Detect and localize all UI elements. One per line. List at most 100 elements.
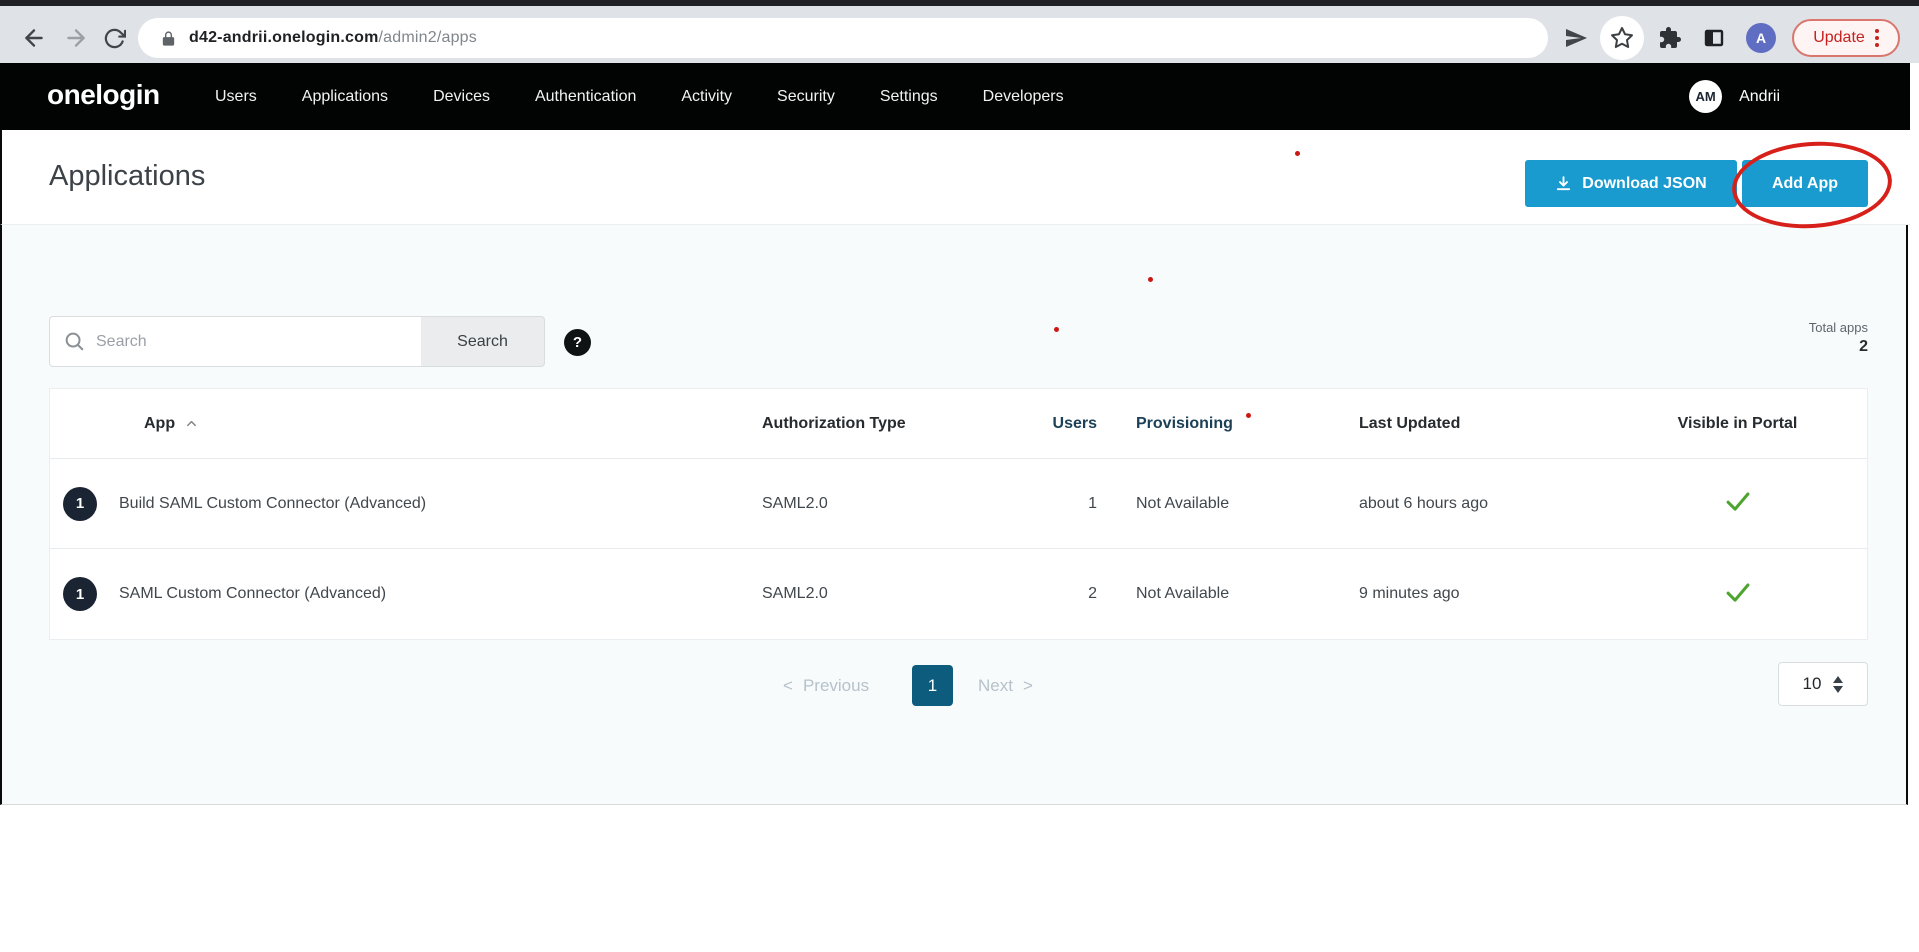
table-header-row: App Authorization Type Users Provisionin… bbox=[50, 389, 1867, 459]
app-name-link[interactable]: SAML Custom Connector (Advanced) bbox=[119, 585, 386, 603]
url-text: d42-andrii.onelogin.com/admin2/apps bbox=[189, 29, 477, 47]
side-panel-button[interactable] bbox=[1698, 22, 1730, 54]
next-label: Next bbox=[978, 676, 1013, 696]
column-header-provisioning[interactable]: Provisioning bbox=[1105, 415, 1340, 433]
url-bar[interactable]: d42-andrii.onelogin.com/admin2/apps bbox=[138, 18, 1548, 58]
nav-item-applications[interactable]: Applications bbox=[302, 88, 388, 106]
add-app-label: Add App bbox=[1772, 175, 1838, 193]
column-header-app[interactable]: App bbox=[50, 415, 710, 433]
avatar-letter: A bbox=[1756, 30, 1766, 46]
url-host: d42-andrii.onelogin.com bbox=[189, 29, 379, 46]
chevron-left-icon: < bbox=[783, 676, 793, 696]
annotation-red-dot bbox=[1148, 277, 1153, 282]
annotation-red-dot bbox=[1295, 151, 1300, 156]
total-apps-value: 2 bbox=[1668, 338, 1868, 356]
add-app-button[interactable]: Add App bbox=[1742, 160, 1868, 207]
nav-item-activity[interactable]: Activity bbox=[681, 88, 732, 106]
puzzle-icon bbox=[1658, 26, 1682, 50]
onelogin-navbar: onelogin Users Applications Devices Authent… bbox=[0, 63, 1910, 130]
user-menu[interactable]: AM Andrii bbox=[1689, 63, 1780, 130]
provisioning-cell: Not Available bbox=[1105, 495, 1340, 513]
badge-number: 1 bbox=[76, 495, 84, 512]
refresh-icon bbox=[103, 27, 126, 50]
screenshot-root: d42-andrii.onelogin.com/admin2/apps A Up… bbox=[0, 0, 1919, 952]
authorization-type-cell: SAML2.0 bbox=[710, 585, 1010, 603]
page-size-value: 10 bbox=[1803, 674, 1822, 694]
chevron-right-icon: > bbox=[1023, 676, 1033, 696]
search-button[interactable]: Search bbox=[421, 316, 545, 367]
forward-arrow-icon bbox=[63, 25, 89, 51]
browser-menu-icon[interactable] bbox=[1875, 29, 1879, 47]
back-button[interactable] bbox=[18, 22, 50, 54]
nav-item-devices[interactable]: Devices bbox=[433, 88, 490, 106]
pagination-page-1[interactable]: 1 bbox=[912, 665, 953, 706]
nav-item-authentication[interactable]: Authentication bbox=[535, 88, 636, 106]
app-cell: 1 SAML Custom Connector (Advanced) bbox=[50, 577, 710, 611]
lock-icon bbox=[160, 30, 177, 47]
side-panel-icon bbox=[1702, 26, 1726, 50]
bookmark-button[interactable] bbox=[1600, 16, 1644, 60]
spinner-arrows-icon bbox=[1833, 676, 1843, 693]
annotation-red-dot bbox=[1054, 327, 1059, 332]
browser-update-button[interactable]: Update bbox=[1792, 19, 1900, 57]
help-icon[interactable]: ? bbox=[564, 329, 591, 356]
app-cell: 1 Build SAML Custom Connector (Advanced) bbox=[50, 487, 710, 521]
visible-in-portal-cell bbox=[1610, 578, 1865, 611]
send-to-device-button[interactable] bbox=[1560, 22, 1592, 54]
column-header-last-updated[interactable]: Last Updated bbox=[1340, 415, 1610, 433]
last-updated-cell: 9 minutes ago bbox=[1340, 585, 1610, 603]
search-icon bbox=[63, 330, 85, 352]
users-count-cell: 2 bbox=[1010, 585, 1105, 603]
browser-profile-avatar[interactable]: A bbox=[1746, 23, 1776, 53]
help-glyph: ? bbox=[573, 334, 582, 351]
download-json-label: Download JSON bbox=[1582, 175, 1706, 193]
main-nav: Users Applications Devices Authentication Ac… bbox=[215, 63, 1064, 130]
onelogin-logo[interactable]: onelogin bbox=[47, 79, 160, 111]
user-name: Andrii bbox=[1739, 88, 1780, 106]
current-page-number: 1 bbox=[928, 676, 937, 696]
table-row[interactable]: 1 Build SAML Custom Connector (Advanced)… bbox=[50, 459, 1867, 549]
total-apps: Total apps 2 bbox=[1668, 320, 1868, 356]
user-initials: AM bbox=[1695, 89, 1715, 104]
users-count-cell: 1 bbox=[1010, 495, 1105, 513]
app-count-badge: 1 bbox=[63, 577, 97, 611]
star-icon bbox=[1610, 26, 1634, 50]
page-size-selector[interactable]: 10 bbox=[1778, 662, 1868, 706]
check-icon bbox=[1724, 578, 1752, 606]
app-count-badge: 1 bbox=[63, 487, 97, 521]
forward-button[interactable] bbox=[60, 22, 92, 54]
total-apps-label: Total apps bbox=[1668, 320, 1868, 335]
check-icon bbox=[1724, 487, 1752, 515]
annotation-red-dot bbox=[1246, 413, 1251, 418]
search-field-wrap bbox=[49, 316, 422, 367]
table-row[interactable]: 1 SAML Custom Connector (Advanced) SAML2… bbox=[50, 549, 1867, 639]
column-header-authorization-type[interactable]: Authorization Type bbox=[710, 415, 1010, 433]
nav-item-developers[interactable]: Developers bbox=[983, 88, 1064, 106]
nav-item-settings[interactable]: Settings bbox=[880, 88, 938, 106]
download-json-button[interactable]: Download JSON bbox=[1525, 160, 1737, 207]
last-updated-cell: about 6 hours ago bbox=[1340, 495, 1610, 513]
send-icon bbox=[1564, 26, 1588, 50]
update-label: Update bbox=[1813, 29, 1865, 47]
nav-item-security[interactable]: Security bbox=[777, 88, 835, 106]
refresh-button[interactable] bbox=[98, 22, 130, 54]
column-header-users[interactable]: Users bbox=[1010, 415, 1105, 433]
sort-ascending-icon bbox=[184, 416, 199, 431]
nav-item-users[interactable]: Users bbox=[215, 88, 257, 106]
pagination-previous[interactable]: < Previous bbox=[783, 676, 869, 696]
authorization-type-cell: SAML2.0 bbox=[710, 495, 1010, 513]
extensions-button[interactable] bbox=[1654, 22, 1686, 54]
table-body: 1 Build SAML Custom Connector (Advanced)… bbox=[50, 459, 1867, 639]
user-avatar[interactable]: AM bbox=[1689, 80, 1722, 113]
app-header-label: App bbox=[144, 415, 175, 433]
search-input[interactable] bbox=[49, 316, 422, 367]
applications-table: App Authorization Type Users Provisionin… bbox=[49, 388, 1868, 640]
visible-in-portal-cell bbox=[1610, 487, 1865, 520]
badge-number: 1 bbox=[76, 586, 84, 603]
app-name-link[interactable]: Build SAML Custom Connector (Advanced) bbox=[119, 495, 426, 513]
column-header-visible-in-portal[interactable]: Visible in Portal bbox=[1610, 415, 1865, 433]
page-title: Applications bbox=[49, 160, 205, 193]
pagination-next[interactable]: Next > bbox=[978, 676, 1033, 696]
back-arrow-icon bbox=[21, 25, 47, 51]
download-icon bbox=[1555, 175, 1572, 192]
